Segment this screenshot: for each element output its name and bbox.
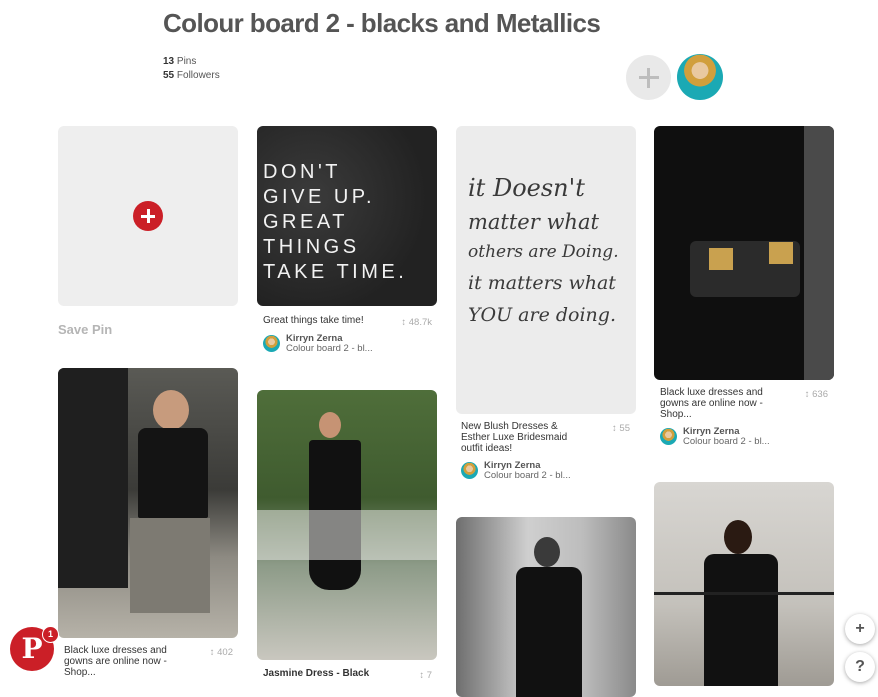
pin-image-quote-it-matters[interactable]: it Doesn't matter what others are Doing.… bbox=[456, 126, 636, 414]
pinner-avatar bbox=[263, 335, 280, 352]
pin-attribution[interactable]: Kirryn Zerna Colour board 2 - bl... bbox=[263, 333, 433, 359]
repin-count: ↕ 48.7k bbox=[401, 317, 432, 328]
pin-image-bw-blazer[interactable] bbox=[456, 517, 636, 697]
pins-count-link[interactable]: 13 Pins bbox=[163, 55, 220, 69]
pin-description: Black luxe dresses and gowns are online … bbox=[64, 645, 167, 678]
repin-count: ↕ 636 bbox=[804, 389, 828, 400]
notification-badge: 1 bbox=[42, 626, 59, 643]
followers-count-link[interactable]: 55 Followers bbox=[163, 69, 220, 83]
pin-attribution[interactable]: Kirryn Zerna Colour board 2 - bl... bbox=[660, 426, 830, 452]
pin-image-black-suit[interactable] bbox=[654, 482, 834, 686]
pin-image-quote-dont-give-up[interactable]: DON'T GIVE UP. GREAT THINGS TAKE TIME. bbox=[257, 126, 437, 306]
board-owner-avatar[interactable] bbox=[677, 54, 723, 100]
save-pin-label: Save Pin bbox=[58, 322, 113, 337]
add-pin-fab-button[interactable]: + bbox=[845, 614, 875, 644]
board-title: Colour board 2 - blacks and Metallics bbox=[163, 8, 601, 38]
pin-description: Jasmine Dress - Black bbox=[263, 668, 370, 679]
pinner-avatar bbox=[660, 428, 677, 445]
pin-description: New Blush Dresses & Esther Luxe Bridesma… bbox=[461, 421, 568, 454]
pin-image-black-clutch[interactable] bbox=[654, 126, 834, 380]
save-pin-tile[interactable] bbox=[58, 126, 238, 306]
pin-attribution[interactable]: Kirryn Zerna Colour board 2 - bl... bbox=[461, 460, 631, 486]
add-collaborator-button[interactable] bbox=[626, 55, 671, 100]
pin-description: Great things take time! bbox=[263, 315, 364, 326]
pin-image-jasmine-dress[interactable] bbox=[257, 390, 437, 660]
add-pin-icon bbox=[133, 201, 163, 231]
pinner-avatar bbox=[461, 462, 478, 479]
help-button[interactable]: ? bbox=[845, 652, 875, 682]
repin-count: ↕ 55 bbox=[612, 423, 630, 434]
pin-image-street-style[interactable] bbox=[58, 368, 238, 638]
repin-count: ↕ 7 bbox=[419, 670, 432, 681]
repin-count: ↕ 402 bbox=[209, 647, 233, 658]
board-stats: 13 Pins 55 Followers bbox=[163, 55, 220, 83]
pin-description: Black luxe dresses and gowns are online … bbox=[660, 387, 763, 420]
